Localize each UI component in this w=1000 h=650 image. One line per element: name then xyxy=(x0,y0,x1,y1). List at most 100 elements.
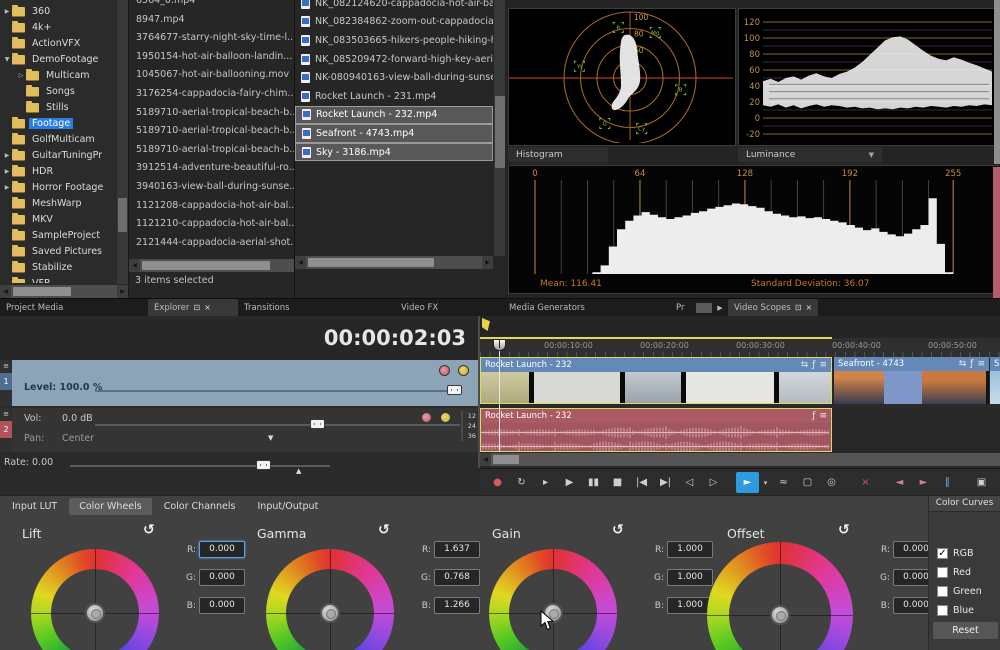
tree-item-songs[interactable]: Songs xyxy=(0,83,116,99)
scroll-left-icon[interactable]: ◀ xyxy=(0,285,11,298)
float-window-icon[interactable]: ⊡ xyxy=(795,299,802,317)
tab-input-output[interactable]: Input/Output xyxy=(248,498,329,515)
selection-edit-tool-button[interactable]: ▢ xyxy=(796,472,819,493)
trim-end-button[interactable]: ► xyxy=(912,472,935,493)
track-solo-button[interactable] xyxy=(458,365,469,376)
tree-item-actionvfx[interactable]: ActionVFX xyxy=(0,35,116,51)
audio-clip-rocket-launch[interactable]: Rocket Launch - 232 ƒ≡ xyxy=(480,408,832,452)
checkbox-icon[interactable] xyxy=(937,567,948,578)
hue-wheel[interactable] xyxy=(31,549,159,650)
file-item-nk-082124620-cappado[interactable]: NK_082124620-cappadocia-hot-air-bal... xyxy=(295,0,493,13)
clip-fx-icon[interactable]: ƒ xyxy=(812,409,815,423)
tree-item-hdr[interactable]: ▶HDR xyxy=(0,163,116,179)
checkbox-icon[interactable] xyxy=(937,605,948,616)
expander-icon[interactable]: ▷ xyxy=(16,72,26,79)
file-item[interactable]: 1045067-hot-air-ballooning.mov xyxy=(129,66,295,85)
video-clip-rocket-launch[interactable]: Rocket Launch - 232 ⇆ƒ≡ xyxy=(480,357,832,404)
reset-wheel-icon[interactable]: ↺ xyxy=(838,522,850,538)
tab-overflow-arrow-icon[interactable]: ▶ xyxy=(712,299,728,317)
edit-tool-dropdown-button[interactable]: ▾ xyxy=(760,472,771,493)
file-item[interactable]: 3764677-starry-night-sky-time-l... xyxy=(129,29,295,48)
file-item-nk-082384862-zoom-ou[interactable]: NK_082384862-zoom-out-cappadocia-... xyxy=(295,13,493,32)
reset-button[interactable]: Reset xyxy=(933,622,998,639)
normal-edit-tool-button[interactable]: ► xyxy=(736,472,759,493)
rate-slider-handle[interactable] xyxy=(256,460,271,470)
expander-icon[interactable]: ▶ xyxy=(2,152,12,159)
go-to-end-button[interactable]: ▶| xyxy=(654,472,677,493)
tree-item-meshwarp[interactable]: MeshWarp xyxy=(0,195,116,211)
play-from-start-button[interactable]: ▸ xyxy=(534,472,557,493)
wheel-knob[interactable] xyxy=(770,605,790,625)
clip-header[interactable]: Sky - 3 xyxy=(990,357,1000,371)
timeline-ruler[interactable]: 00:00:10:0000:00:20:0000:00:30:0000:00:4… xyxy=(480,338,1000,358)
tree-item-multicam[interactable]: ▷Multicam xyxy=(0,67,116,83)
volume-slider-handle[interactable] xyxy=(310,419,325,429)
tree-item-golfmulticam[interactable]: GolfMulticam xyxy=(0,131,116,147)
tree-item-saved-pictures[interactable]: Saved Pictures xyxy=(0,243,116,259)
next-frame-button[interactable]: ▷ xyxy=(702,472,725,493)
delete-button[interactable]: × xyxy=(854,472,877,493)
playhead-marker[interactable] xyxy=(493,339,506,351)
reset-wheel-icon[interactable]: ↺ xyxy=(143,522,155,538)
level-slider[interactable] xyxy=(95,390,462,392)
tab-color-wheels[interactable]: Color Wheels xyxy=(69,498,152,515)
scrollbar-thumb[interactable] xyxy=(118,198,127,232)
video-track-header[interactable]: ≡ 1 Level: 100.0 % xyxy=(0,360,478,406)
split-button[interactable]: ∥ xyxy=(936,472,959,493)
file-item[interactable]: 8947.mp4 xyxy=(129,11,295,30)
file-item[interactable]: 3912514-adventure-beautiful-ro... xyxy=(129,159,295,178)
scrollbar-thumb[interactable] xyxy=(493,455,519,464)
channel-option-blue[interactable]: Blue xyxy=(929,601,1000,620)
scroll-left-icon[interactable]: ◀ xyxy=(480,453,491,466)
tab-video-scopes[interactable]: Video Scopes⊡× xyxy=(728,299,818,317)
rate-slider[interactable] xyxy=(70,465,330,467)
envelope-edit-tool-button[interactable]: ≈ xyxy=(772,472,795,493)
file-item[interactable]: 5189710-aerial-tropical-beach-b... xyxy=(129,122,295,141)
tree-item-sampleproject[interactable]: SampleProject xyxy=(0,227,116,243)
tab-input-lut[interactable]: Input LUT xyxy=(2,498,67,515)
pan-crop-icon[interactable]: ⇆ xyxy=(801,358,809,372)
file-item[interactable]: 5189710-aerial-tropical-beach-b... xyxy=(129,141,295,160)
tab-scroll-nub[interactable] xyxy=(696,303,712,313)
channel-option-red[interactable]: Red xyxy=(929,563,1000,582)
clip-fx-icon[interactable]: ƒ xyxy=(812,358,815,372)
scrollbar-thumb[interactable] xyxy=(308,258,434,267)
tab-video-fx[interactable]: Video FX xyxy=(395,299,503,317)
clip-menu-icon[interactable]: ≡ xyxy=(819,409,827,423)
expander-icon[interactable]: ▶ xyxy=(2,8,12,15)
file-item-nk-080940163-view-ba[interactable]: NK-080940163-view-ball-during-sunse... xyxy=(295,68,493,87)
wheel-knob[interactable] xyxy=(320,603,340,623)
playhead-line[interactable] xyxy=(499,340,500,452)
luminance-channel-selector[interactable]: Luminance ▼ xyxy=(738,147,882,162)
scrollbar-thumb[interactable] xyxy=(13,287,71,296)
scrollbar-thumb[interactable] xyxy=(495,96,505,168)
track-menu-icon[interactable]: ≡ xyxy=(0,408,12,420)
checkbox-checked-icon[interactable]: ✓ xyxy=(937,548,948,559)
close-icon[interactable]: × xyxy=(204,299,211,317)
play-button[interactable]: ▶ xyxy=(558,472,581,493)
file-item[interactable]: 6564_0.mp4 xyxy=(129,0,295,11)
tree-item-mkv[interactable]: MKV xyxy=(0,211,116,227)
file-item[interactable]: 2121444-cappadocia-aerial-shot... xyxy=(129,234,295,253)
clip-header[interactable]: Seafront - 4743 ⇆ƒ≡ xyxy=(834,357,989,371)
file-list-horizontal-scrollbar[interactable]: ◀ ▶ xyxy=(295,256,493,269)
reset-wheel-icon[interactable]: ↺ xyxy=(378,522,390,538)
trim-start-button[interactable]: ◄ xyxy=(888,472,911,493)
clip-menu-icon[interactable]: ≡ xyxy=(819,358,827,372)
tab-project-media[interactable]: Project Media xyxy=(0,299,148,317)
scroll-left-icon[interactable]: ◀ xyxy=(295,256,306,269)
file-list-horizontal-scrollbar[interactable]: ◀ xyxy=(129,259,295,272)
tree-item-footage[interactable]: Footage xyxy=(0,115,116,131)
file-item-rocket-launch-231[interactable]: Rocket Launch - 231.mp4 xyxy=(295,87,493,106)
tab-explorer[interactable]: Explorer⊡× xyxy=(148,299,238,317)
insert-marker-button[interactable]: ▼ xyxy=(994,472,1000,493)
file-item-nk-085209472-forward[interactable]: NK_085209472-forward-high-key-aeria... xyxy=(295,50,493,69)
pause-button[interactable]: ▮▮ xyxy=(582,472,605,493)
channel-option-green[interactable]: Green xyxy=(929,582,1000,601)
stop-button[interactable]: ■ xyxy=(606,472,629,493)
hue-wheel[interactable] xyxy=(266,549,394,650)
file-item-rocket-launch-232[interactable]: Rocket Launch - 232.mp4 xyxy=(295,106,493,125)
file-item[interactable]: 3176254-cappadocia-fairy-chim... xyxy=(129,85,295,104)
expander-icon[interactable]: ▼ xyxy=(2,56,12,63)
tree-vertical-scrollbar[interactable] xyxy=(117,0,128,284)
